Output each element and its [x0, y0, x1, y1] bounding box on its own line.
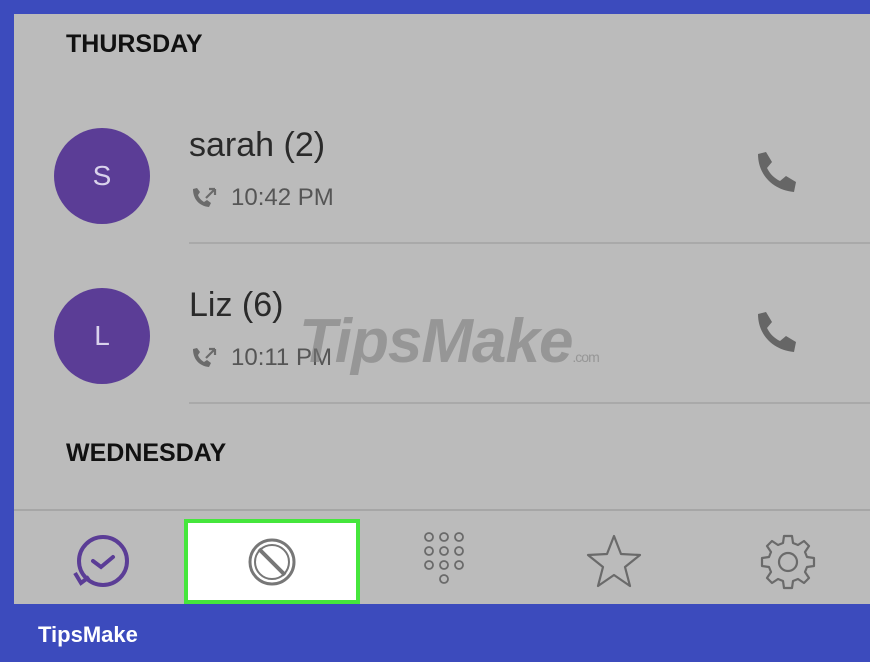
- call-time: 10:11 PM: [231, 344, 332, 371]
- call-time: 10:42 PM: [231, 184, 334, 211]
- avatar: S: [54, 128, 150, 224]
- brand-logo-text: TipsMake: [38, 622, 138, 647]
- gear-icon: [760, 534, 816, 589]
- block-icon: [248, 538, 296, 585]
- recents-icon: [73, 534, 129, 587]
- phone-icon[interactable]: [750, 148, 800, 198]
- footer-bar: TipsMake: [0, 604, 870, 662]
- call-row-liz[interactable]: L Liz (6) 10:11 PM: [14, 278, 870, 418]
- tab-favorites[interactable]: [564, 519, 664, 604]
- missed-call-icon: [193, 187, 217, 207]
- day-header-wednesday: WEDNESDAY: [66, 439, 227, 467]
- avatar: L: [54, 288, 150, 384]
- row-divider: [189, 242, 870, 244]
- row-divider: [189, 402, 870, 404]
- missed-call-icon: [193, 347, 217, 367]
- call-log-screen: THURSDAY S sarah (2) 10:42 PM L Liz (6) …: [14, 14, 870, 604]
- star-icon: [586, 534, 642, 587]
- contact-name: Liz (6): [189, 286, 284, 324]
- tab-blocked[interactable]: [184, 519, 360, 604]
- day-header-thursday: THURSDAY: [66, 30, 203, 58]
- tabbar-divider: [14, 509, 870, 511]
- tab-dialpad[interactable]: [394, 519, 494, 604]
- call-row-sarah[interactable]: S sarah (2) 10:42 PM: [14, 118, 870, 258]
- tab-recents[interactable]: [42, 519, 162, 604]
- tab-settings[interactable]: [738, 519, 838, 604]
- dialpad-icon: [424, 531, 464, 584]
- contact-name: sarah (2): [189, 126, 326, 164]
- phone-icon[interactable]: [750, 308, 800, 358]
